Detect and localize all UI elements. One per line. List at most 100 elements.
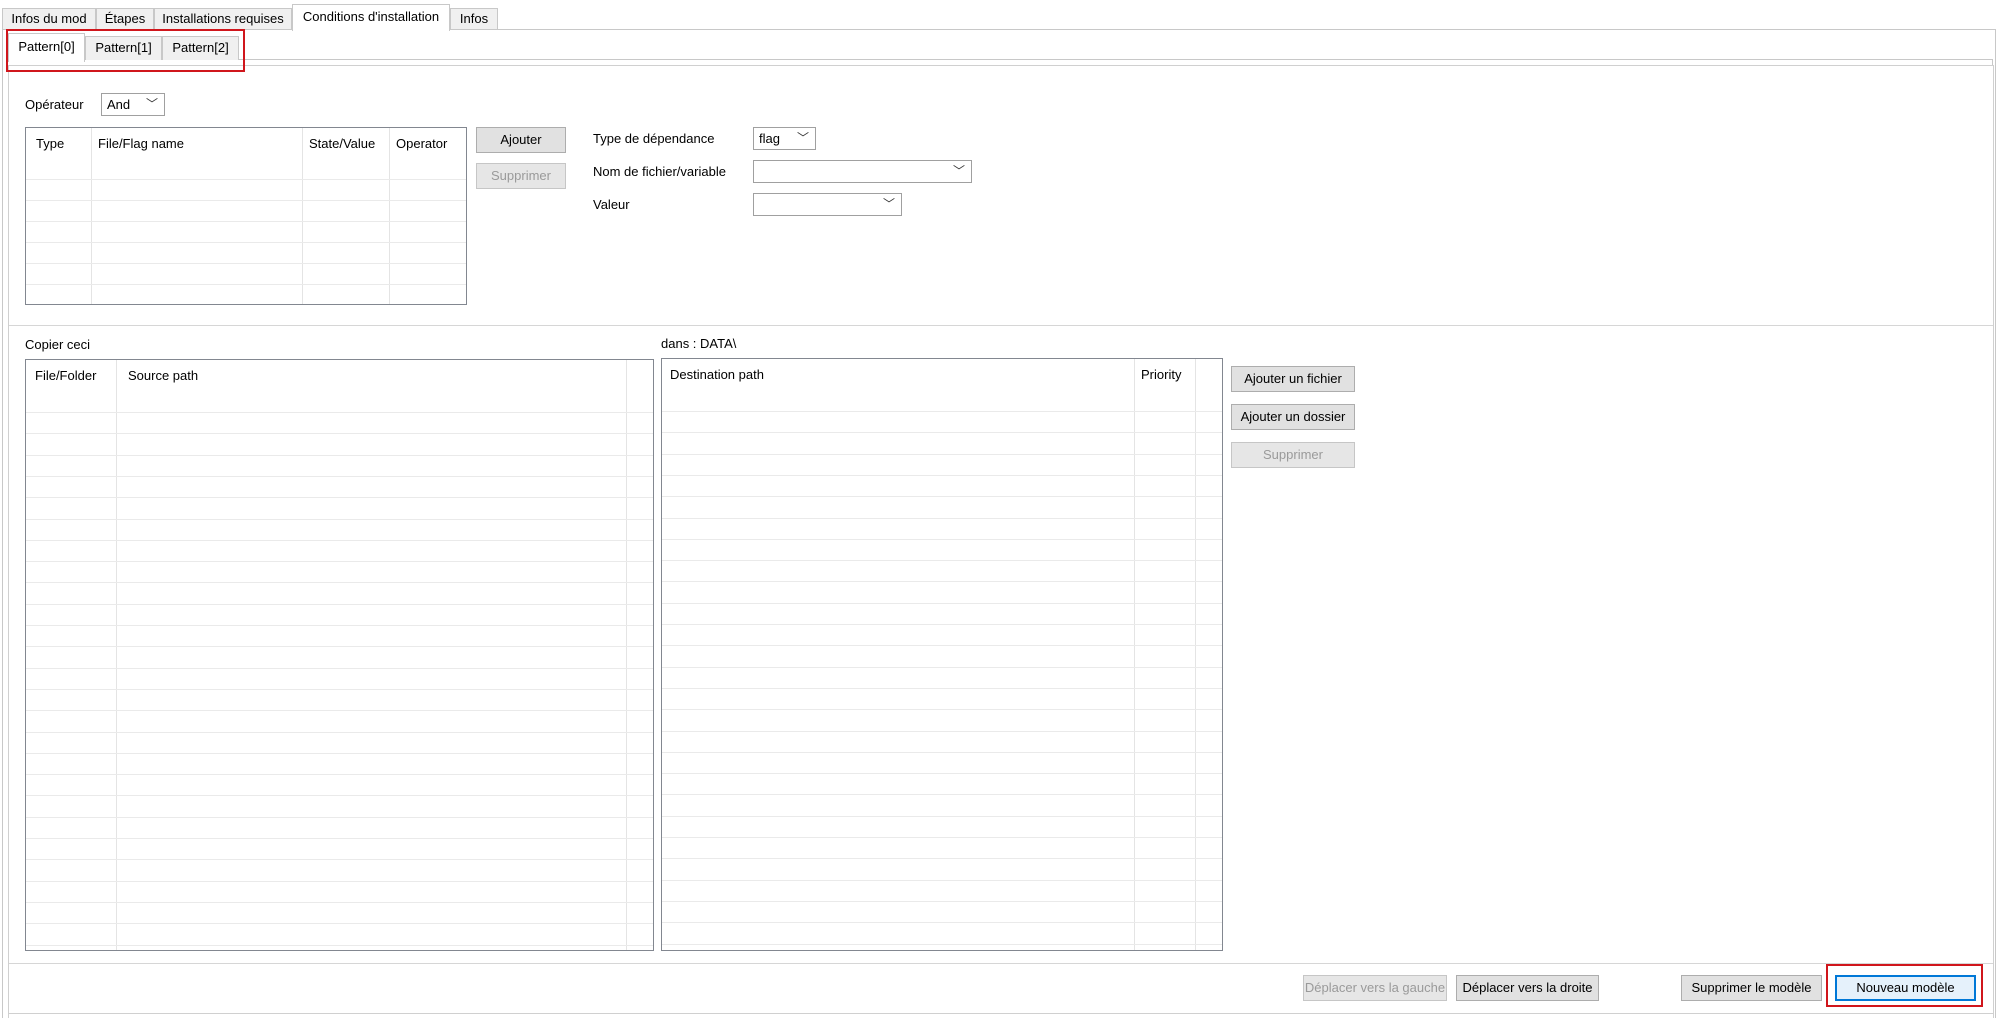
chevron-down-icon: ﹀ <box>796 131 809 145</box>
grid-row-line <box>26 880 653 882</box>
copy-this-label: Copier ceci <box>25 337 91 352</box>
divider <box>9 963 1993 964</box>
bottom-border <box>8 1013 1994 1014</box>
operator-label: Opérateur <box>25 97 84 112</box>
add-folder-button[interactable]: Ajouter un dossier <box>1231 404 1355 430</box>
tab-conditions-installation[interactable]: Conditions d'installation <box>292 4 450 31</box>
grid-row-line <box>26 497 653 499</box>
destination-table[interactable]: Destination path Priority <box>661 358 1223 951</box>
move-right-button[interactable]: Déplacer vers la droite <box>1456 975 1599 1001</box>
add-file-button[interactable]: Ajouter un fichier <box>1231 366 1355 392</box>
column-header-file-folder[interactable]: File/Folder <box>28 360 96 402</box>
grid-row-line <box>662 730 1222 732</box>
grid-row-line <box>26 412 653 413</box>
remove-condition-button[interactable]: Supprimer <box>476 163 566 189</box>
grid-row-line <box>26 688 653 690</box>
remove-file-button[interactable]: Supprimer <box>1231 442 1355 468</box>
grid-row-line <box>662 453 1222 455</box>
grid-row-line <box>26 859 653 861</box>
divider <box>9 325 1993 326</box>
conditions-table-header: Type File/Flag name State/Value Operator <box>26 128 466 170</box>
grid-row-line <box>662 900 1222 902</box>
grid-row-line <box>662 687 1222 689</box>
grid-row-line <box>662 581 1222 583</box>
column-header-operator[interactable]: Operator <box>389 128 447 170</box>
column-header-state-value[interactable]: State/Value <box>302 128 375 170</box>
highlight-new-pattern <box>1826 964 1983 1007</box>
grid-row-line <box>26 838 653 839</box>
filename-variable-select[interactable]: ﹀ <box>753 160 972 183</box>
grid-row-line <box>662 815 1222 817</box>
grid-row-line <box>26 561 653 563</box>
conditions-table[interactable]: Type File/Flag name State/Value Operator <box>25 127 467 305</box>
tab-infos-du-mod[interactable]: Infos du mod <box>2 8 96 30</box>
dependency-type-value: flag <box>759 131 780 146</box>
tab-installations-requises[interactable]: Installations requises <box>154 8 292 30</box>
value-select[interactable]: ﹀ <box>753 193 902 216</box>
chevron-down-icon: ﹀ <box>145 97 158 111</box>
grid-row-line <box>26 901 653 903</box>
grid-row-line <box>662 709 1222 711</box>
add-condition-button[interactable]: Ajouter <box>476 127 566 153</box>
main-tab-strip: Infos du mod Étapes Installations requis… <box>0 4 2000 31</box>
operator-select[interactable]: And ﹀ <box>101 93 165 116</box>
grid-row-line <box>26 646 653 648</box>
chevron-down-icon: ﹀ <box>952 164 965 178</box>
grid-row-line <box>662 496 1222 498</box>
grid-row-line <box>662 538 1222 540</box>
dependency-type-label: Type de dépendance <box>593 131 715 146</box>
grid-row-line <box>662 602 1222 604</box>
grid-row-line <box>26 923 653 925</box>
grid-row-line <box>662 517 1222 519</box>
column-header-destination-path[interactable]: Destination path <box>663 359 764 401</box>
dependency-type-select[interactable]: flag ﹀ <box>753 127 816 150</box>
grid-row-line <box>662 858 1222 860</box>
grid-row-line <box>26 667 653 669</box>
grid-row-line <box>662 560 1222 562</box>
grid-row-line <box>662 411 1222 412</box>
grid-row-line <box>662 922 1222 924</box>
grid-row-line <box>26 731 653 733</box>
highlight-pattern-tabs <box>6 29 245 72</box>
tab-infos[interactable]: Infos <box>450 8 498 30</box>
grid-row-line <box>662 751 1222 753</box>
grid-row-line <box>26 774 653 776</box>
operator-value: And <box>107 97 131 112</box>
grid-row-line <box>662 474 1222 476</box>
delete-pattern-button[interactable]: Supprimer le modèle <box>1681 975 1822 1001</box>
grid-row-line <box>26 433 653 435</box>
column-header-source-path[interactable]: Source path <box>121 360 198 402</box>
grid-row-line <box>26 710 653 712</box>
grid-row-line <box>662 943 1222 945</box>
source-table-header: File/Folder Source path <box>26 360 653 402</box>
grid-row-line <box>26 816 653 818</box>
grid-row-line <box>26 539 653 541</box>
grid-row-line <box>26 454 653 456</box>
move-left-button[interactable]: Déplacer vers la gauche <box>1303 975 1447 1001</box>
grid-row-line <box>662 645 1222 647</box>
column-header-file-flag-name[interactable]: File/Flag name <box>91 128 184 170</box>
grid-row-line <box>26 625 653 626</box>
grid-row-line <box>26 944 653 946</box>
value-label: Valeur <box>593 197 630 212</box>
column-header-type[interactable]: Type <box>29 128 64 170</box>
destination-table-header: Destination path Priority <box>662 359 1222 401</box>
chevron-down-icon: ﹀ <box>882 197 895 211</box>
grid-row-line <box>26 752 653 754</box>
grid-row-line <box>26 518 653 520</box>
grid-row-line <box>662 773 1222 775</box>
grid-row-line <box>26 582 653 584</box>
grid-row-line <box>26 795 653 797</box>
filename-variable-label: Nom de fichier/variable <box>593 164 726 179</box>
grid-row-line <box>662 794 1222 796</box>
source-files-table[interactable]: File/Folder Source path <box>25 359 654 951</box>
column-header-priority[interactable]: Priority <box>1134 359 1181 401</box>
grid-row-line <box>662 837 1222 838</box>
grid-row-line <box>26 475 653 477</box>
grid-row-line <box>662 666 1222 668</box>
grid-row-line <box>662 879 1222 881</box>
grid-row-line <box>662 624 1222 625</box>
tab-etapes[interactable]: Étapes <box>96 8 154 30</box>
destination-label: dans : DATA\ <box>661 336 737 351</box>
grid-row-line <box>26 603 653 605</box>
